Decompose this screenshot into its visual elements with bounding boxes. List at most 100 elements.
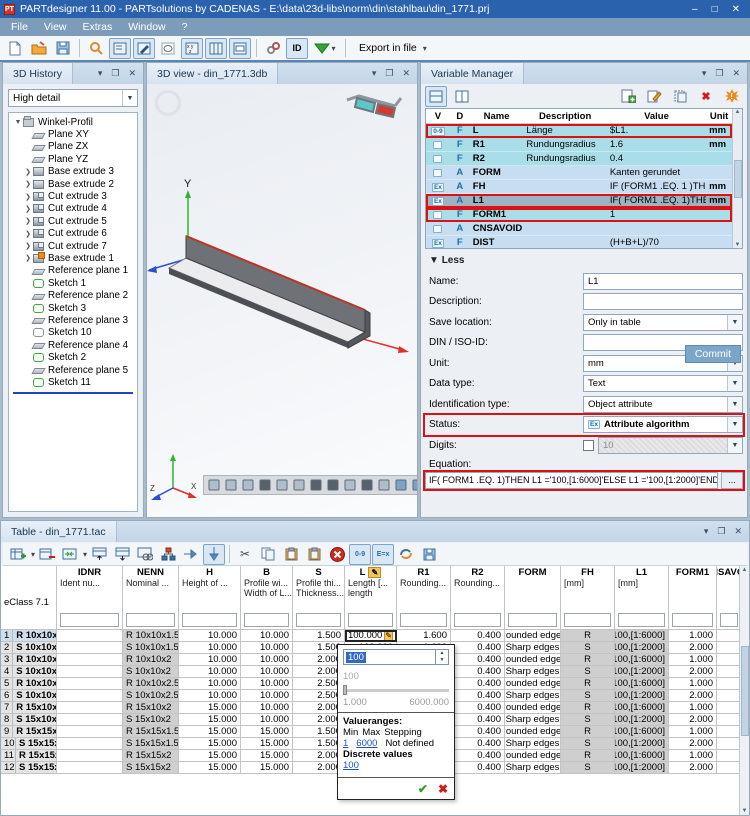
filter-input-form1[interactable]	[672, 613, 713, 627]
cell-l1[interactable]: 100,[1:2000]	[615, 642, 669, 654]
tree-item-sketch-1[interactable]: Sketch 1	[9, 277, 137, 289]
background-box-icon[interactable]	[376, 477, 392, 493]
cell-l1[interactable]: 100,[1:2000]	[615, 738, 669, 750]
accept-icon[interactable]: ✔	[418, 782, 428, 796]
tree-item-base-extrude-1[interactable]: ❯Base extrude 1	[9, 252, 137, 264]
commit-button[interactable]: Commit	[685, 345, 741, 363]
cell-cns[interactable]	[717, 654, 741, 666]
cell-fh[interactable]: S	[561, 762, 615, 774]
view3d-canvas[interactable]: Y Z X	[147, 84, 417, 517]
tree-item-reference-plane-3[interactable]: Reference plane 3	[9, 314, 137, 326]
varman-close-icon[interactable]: ✕	[732, 68, 740, 79]
variable-row-l[interactable]: 0-9FLLänge$L1.mm	[426, 124, 732, 138]
cell-form[interactable]: Sharp edges	[505, 666, 561, 678]
cell-cns[interactable]	[717, 678, 741, 690]
filter-input-fh[interactable]	[564, 613, 611, 627]
cell-idnr[interactable]	[57, 690, 123, 702]
cell-b[interactable]: 15.000	[241, 738, 293, 750]
tree-item-sketch-2[interactable]: Sketch 2	[9, 351, 137, 363]
equation-more-button[interactable]: ...	[721, 472, 743, 489]
slider-handle[interactable]	[343, 685, 347, 695]
link-button[interactable]	[262, 38, 284, 59]
cell-form[interactable]: Rounded edges	[505, 678, 561, 690]
cell-h[interactable]: 10.000	[179, 654, 241, 666]
add-variable-button[interactable]	[617, 86, 639, 107]
toggle-3d-view-button[interactable]	[133, 38, 155, 59]
save-table-button[interactable]	[418, 544, 440, 565]
row-header[interactable]: 5R 10x10x2.5	[1, 678, 57, 690]
new-file-button[interactable]	[4, 38, 26, 59]
tree-item-cut-extrude-5[interactable]: ❯Cut extrude 5	[9, 215, 137, 227]
cell-idnr[interactable]	[57, 750, 123, 762]
tree-expander-icon[interactable]: ❯	[23, 168, 33, 176]
cell-idnr[interactable]	[57, 654, 123, 666]
delete-variable-button[interactable]: ✖	[695, 86, 717, 107]
variable-row-r2[interactable]: FR2Rundungsradius0.4	[426, 152, 732, 166]
toggle-3d-history-button[interactable]	[109, 38, 131, 59]
cell-form[interactable]: Sharp edges	[505, 642, 561, 654]
cell-form1[interactable]: 2.000	[669, 738, 717, 750]
max-value-link[interactable]: 6000	[356, 738, 377, 749]
filter-input-l1[interactable]	[618, 613, 665, 627]
cell-nenn[interactable]: S 15x10x2	[123, 714, 179, 726]
history-menu-icon[interactable]: ▾	[98, 68, 103, 79]
variable-row-dist[interactable]: ExFDIST(H+B+L)/70	[426, 236, 732, 248]
import-table-caret[interactable]: ▾	[83, 550, 87, 559]
menu-file[interactable]: File	[4, 19, 35, 35]
tree-item-base-extrude-3[interactable]: ❯Base extrude 3	[9, 166, 137, 178]
cell-nenn[interactable]: R 15x15x2	[123, 750, 179, 762]
cell-b[interactable]: 10.000	[241, 714, 293, 726]
tree-item-cut-extrude-4[interactable]: ❯Cut extrude 4	[9, 203, 137, 215]
cell-idnr[interactable]	[57, 726, 123, 738]
cell-cns[interactable]	[717, 702, 741, 714]
cell-h[interactable]: 10.000	[179, 690, 241, 702]
column-edit-icon[interactable]: ✎	[368, 567, 381, 578]
cell-fh[interactable]: S	[561, 666, 615, 678]
name-field[interactable]: L1	[583, 273, 743, 290]
cell-h[interactable]: 15.000	[179, 726, 241, 738]
column-header-l1[interactable]: L1[mm]	[615, 566, 669, 610]
filter-input-h[interactable]	[182, 613, 237, 627]
cell-r2[interactable]: 0.400	[451, 750, 505, 762]
tree-item-plane-zx[interactable]: Plane ZX	[9, 141, 137, 153]
cell-l1[interactable]: 100,[1:2000]	[615, 714, 669, 726]
copy-variable-button[interactable]	[669, 86, 691, 107]
cell-cns[interactable]	[717, 690, 741, 702]
cell-b[interactable]: 10.000	[241, 654, 293, 666]
globe-icon[interactable]	[274, 477, 290, 493]
cell-r2[interactable]: 0.400	[451, 726, 505, 738]
export-in-file-button[interactable]: Export in file▾	[351, 40, 435, 56]
identification-type-select[interactable]: Object attribute▼	[583, 396, 743, 413]
column-header-nenn[interactable]: NENNNominal ...	[123, 566, 179, 610]
row-header[interactable]: 6S 10x10x2.5	[1, 690, 57, 702]
column-header-r2[interactable]: R2Rounding...	[451, 566, 505, 610]
cell-nenn[interactable]: R 10x10x2.5	[123, 678, 179, 690]
row-header[interactable]: 8S 15x10x2	[1, 714, 57, 726]
less-expander[interactable]: ▼ Less	[429, 255, 464, 266]
cell-form1[interactable]: 1.000	[669, 678, 717, 690]
toggle-table-button[interactable]	[205, 38, 227, 59]
view3d-close-icon[interactable]: ✕	[402, 68, 410, 79]
filter-input-s[interactable]	[296, 613, 341, 627]
cell-idnr[interactable]	[57, 630, 123, 642]
column-header-idnr[interactable]: IDNRIdent nu...	[57, 566, 123, 610]
table-scroll-thumb[interactable]	[741, 646, 749, 736]
open-file-button[interactable]	[28, 38, 50, 59]
cell-l1[interactable]: 100,[1:2000]	[615, 762, 669, 774]
cell-cns[interactable]	[717, 642, 741, 654]
cell-cns[interactable]	[717, 750, 741, 762]
cell-r2[interactable]: 0.400	[451, 678, 505, 690]
cell-form1[interactable]: 1.000	[669, 726, 717, 738]
digits-select[interactable]: 10▼	[598, 437, 743, 454]
variable-row-r1[interactable]: FR1Rundungsradius1.6mm	[426, 138, 732, 152]
toggle-xyz-button[interactable]: x yz	[181, 38, 203, 59]
view3d-menu-icon[interactable]: ▾	[372, 68, 377, 79]
data-type-select[interactable]: Text▼	[583, 375, 743, 392]
maximize-button[interactable]: □	[712, 4, 718, 15]
column-header-fh[interactable]: FH[mm]	[561, 566, 615, 610]
table-maximize-icon[interactable]: ❐	[717, 526, 725, 537]
cell-s[interactable]: 1.500	[293, 630, 345, 642]
tree-expander-icon[interactable]: ❯	[23, 217, 33, 225]
cell-nenn[interactable]: R 10x10x1.5	[123, 630, 179, 642]
cell-r2[interactable]: 0.400	[451, 654, 505, 666]
